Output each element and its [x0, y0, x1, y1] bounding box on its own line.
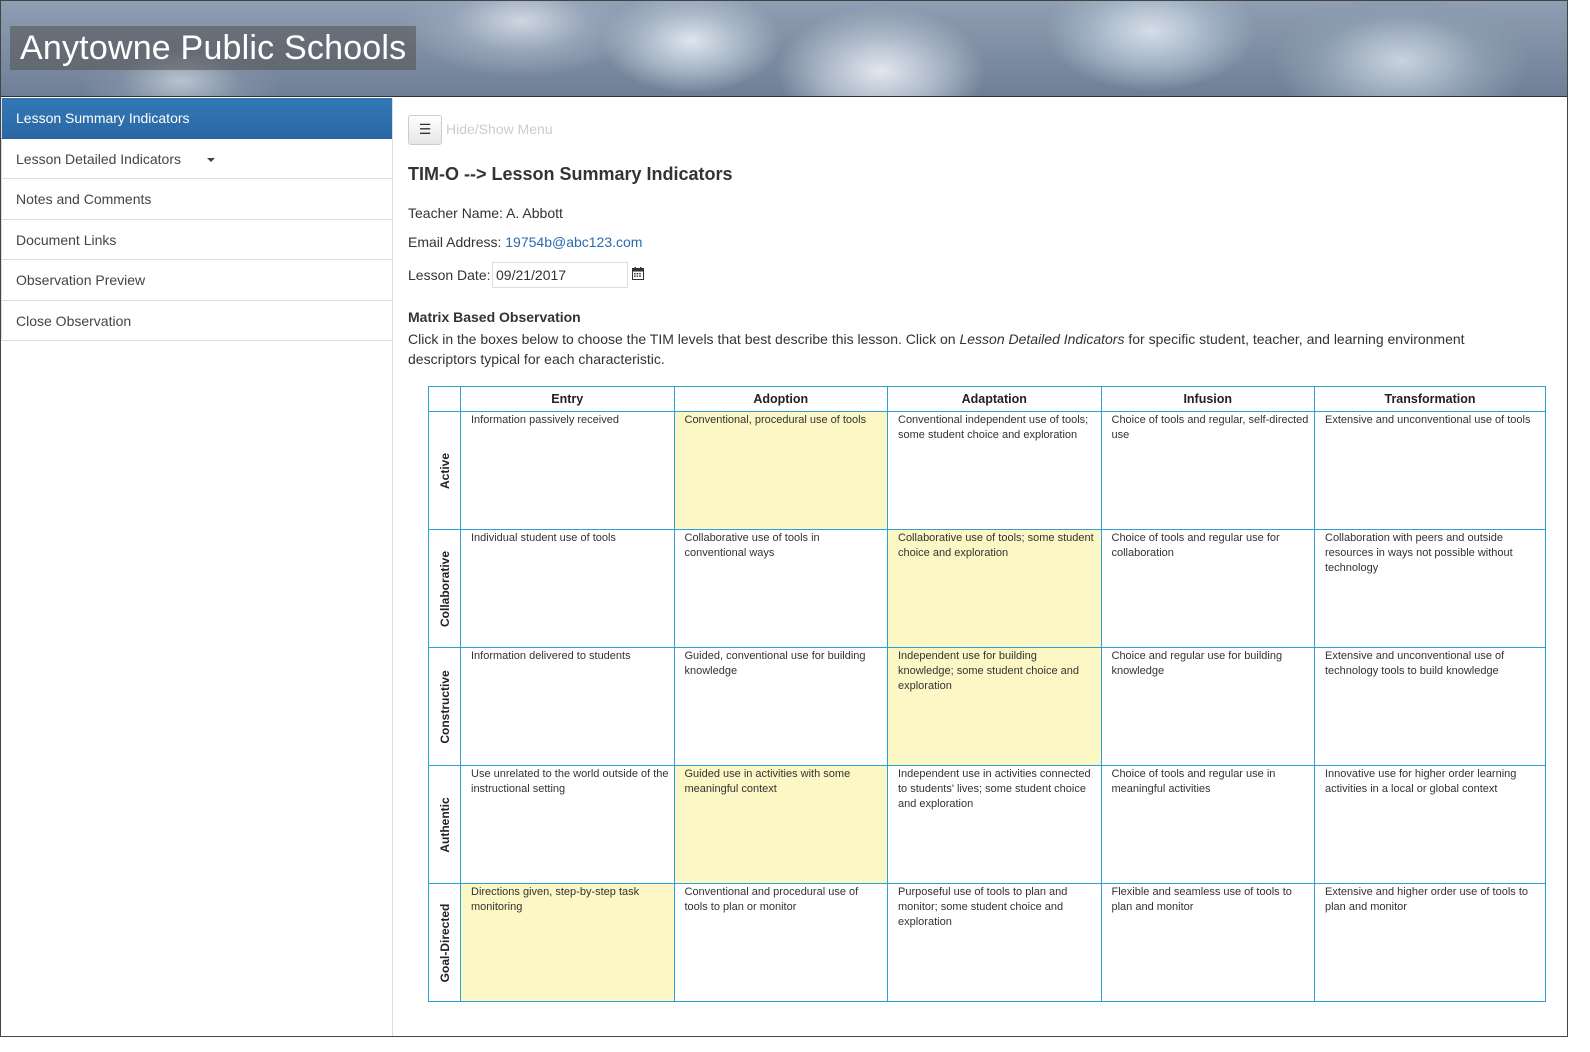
row-label: Constructive	[437, 669, 452, 744]
matrix-cell-selected[interactable]: Collaborative use of tools; some student…	[887, 529, 1102, 648]
main-content: ☰ Hide/Show Menu TIM-O --> Lesson Summar…	[394, 98, 1567, 1036]
matrix-row-active: Active Information passively received Co…	[428, 411, 1546, 530]
matrix-cell[interactable]: Choice and regular use for building know…	[1100, 647, 1315, 766]
matrix-cell[interactable]: Choice of tools and regular, self-direct…	[1100, 411, 1315, 530]
sidebar-item-document-links[interactable]: Document Links	[1, 219, 392, 260]
matrix-cell[interactable]: Purposeful use of tools to plan and moni…	[887, 883, 1102, 1002]
teacher-name-label: Teacher Name:	[408, 205, 503, 221]
sidebar-item-close-observation[interactable]: Close Observation	[1, 300, 392, 341]
email-link[interactable]: 19754b@abc123.com	[505, 234, 642, 250]
email-label: Email Address:	[408, 234, 502, 250]
matrix-cell-selected[interactable]: Guided use in activities with some meani…	[673, 765, 888, 884]
matrix-cell[interactable]: Extensive and higher order use of tools …	[1314, 883, 1546, 1002]
hide-show-menu-label[interactable]: Hide/Show Menu	[446, 121, 553, 137]
instructions-italic-link: Lesson Detailed Indicators	[959, 331, 1125, 347]
matrix-header-row: Entry Adoption Adaptation Infusion Trans…	[428, 386, 1546, 412]
matrix-cell[interactable]: Choice of tools and regular use in meani…	[1100, 765, 1315, 884]
page-title: TIM-O --> Lesson Summary Indicators	[408, 164, 733, 184]
matrix-cell[interactable]: Extensive and unconventional use of tool…	[1314, 411, 1546, 530]
matrix-row-constructive: Constructive Information delivered to st…	[428, 647, 1546, 766]
teacher-name-value: A. Abbott	[506, 205, 563, 221]
matrix-cell-selected[interactable]: Directions given, step-by-step task moni…	[460, 883, 675, 1002]
matrix-row-collaborative: Collaborative Individual student use of …	[428, 529, 1546, 648]
matrix-cell-selected[interactable]: Independent use for building knowledge; …	[887, 647, 1102, 766]
tim-matrix: Entry Adoption Adaptation Infusion Trans…	[428, 386, 1546, 1002]
row-header: Goal-Directed	[428, 883, 461, 1002]
site-title: Anytowne Public Schools	[10, 26, 417, 70]
column-header: Infusion	[1100, 386, 1315, 412]
row-label: Active	[437, 452, 452, 489]
sidebar-item-lesson-detailed[interactable]: Lesson Detailed Indicators	[1, 138, 392, 179]
matrix-cell[interactable]: Innovative use for higher order learning…	[1314, 765, 1546, 884]
row-header: Collaborative	[428, 529, 461, 648]
matrix-section-heading: Matrix Based Observation	[408, 309, 581, 325]
app-window: Anytowne Public Schools Lesson Summary I…	[0, 0, 1568, 1037]
row-label: Collaborative	[437, 550, 452, 627]
matrix-row-authentic: Authentic Use unrelated to the world out…	[428, 765, 1546, 884]
matrix-cell-selected[interactable]: Conventional, procedural use of tools	[673, 411, 888, 530]
matrix-cell[interactable]: Independent use in activities connected …	[887, 765, 1102, 884]
column-header: Transformation	[1314, 386, 1546, 412]
row-header: Constructive	[428, 647, 461, 766]
row-label: Authentic	[437, 796, 452, 853]
matrix-cell[interactable]: Extensive and unconventional use of tech…	[1314, 647, 1546, 766]
email-field: Email Address: 19754b@abc123.com	[408, 234, 642, 250]
matrix-cell[interactable]: Information delivered to students	[460, 647, 675, 766]
calendar-icon[interactable]	[632, 267, 644, 280]
matrix-cell[interactable]: Use unrelated to the world outside of th…	[460, 765, 675, 884]
column-header: Adaptation	[887, 386, 1102, 412]
column-header: Entry	[460, 386, 675, 412]
caret-down-icon	[206, 157, 215, 162]
sidebar-item-notes[interactable]: Notes and Comments	[1, 179, 392, 220]
sidebar-item-label: Observation Preview	[16, 272, 146, 288]
matrix-cell[interactable]: Flexible and seamless use of tools to pl…	[1100, 883, 1315, 1002]
row-header: Active	[428, 411, 461, 530]
matrix-instructions: Click in the boxes below to choose the T…	[408, 329, 1508, 369]
lesson-date-input[interactable]	[492, 262, 628, 288]
sidebar-item-lesson-summary[interactable]: Lesson Summary Indicators	[1, 98, 392, 139]
matrix-cell[interactable]: Guided, conventional use for building kn…	[673, 647, 888, 766]
matrix-cell[interactable]: Collaboration with peers and outside res…	[1314, 529, 1546, 648]
sidebar-item-label: Notes and Comments	[16, 191, 152, 207]
hamburger-menu-button[interactable]: ☰	[408, 115, 442, 145]
matrix-cell[interactable]: Choice of tools and regular use for coll…	[1100, 529, 1315, 648]
matrix-row-goal-directed: Goal-Directed Directions given, step-by-…	[428, 883, 1546, 1002]
instructions-text: Click in the boxes below to choose the T…	[408, 331, 960, 347]
matrix-cell[interactable]: Conventional and procedural use of tools…	[673, 883, 888, 1002]
header-banner: Anytowne Public Schools	[1, 1, 1567, 97]
sidebar-item-label: Close Observation	[16, 312, 132, 329]
row-header: Authentic	[428, 765, 461, 884]
matrix-cell[interactable]: Conventional independent use of tools; s…	[887, 411, 1102, 530]
matrix-corner	[428, 386, 461, 412]
matrix-cell[interactable]: Information passively received	[460, 411, 675, 530]
hamburger-icon: ☰	[418, 121, 432, 137]
column-header: Adoption	[673, 386, 888, 412]
sidebar: Lesson Summary Indicators Lesson Detaile…	[1, 98, 393, 1036]
matrix-cell[interactable]: Individual student use of tools	[460, 529, 675, 648]
matrix-cell[interactable]: Collaborative use of tools in convention…	[673, 529, 888, 648]
sidebar-item-label: Lesson Detailed Indicators	[16, 150, 181, 167]
row-label: Goal-Directed	[437, 903, 452, 982]
sidebar-item-label: Document Links	[16, 231, 117, 248]
teacher-name-field: Teacher Name: A. Abbott	[408, 205, 563, 221]
lesson-date-label: Lesson Date:	[408, 267, 491, 283]
sidebar-item-label: Lesson Summary Indicators	[16, 110, 190, 126]
sidebar-item-observation-preview[interactable]: Observation Preview	[1, 260, 392, 301]
